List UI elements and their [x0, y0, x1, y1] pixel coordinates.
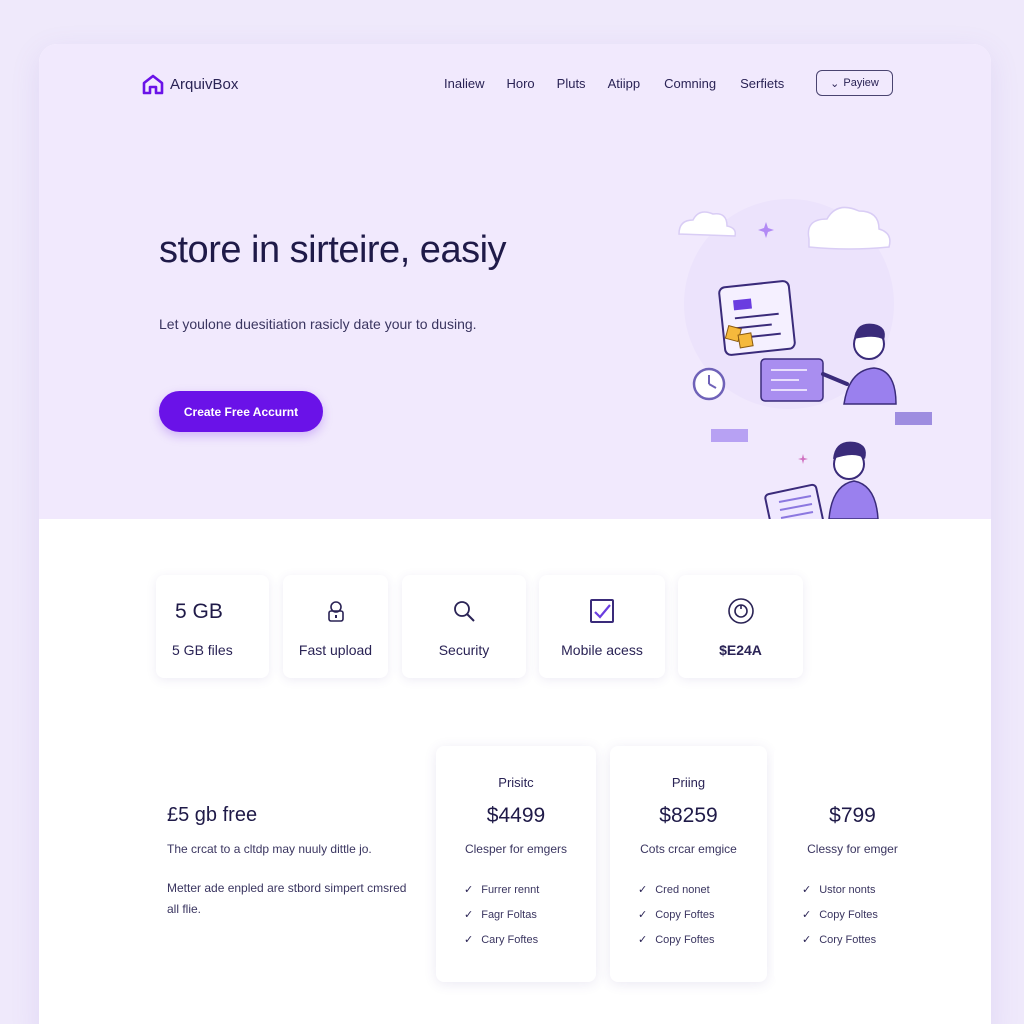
check-icon: ✓: [464, 909, 474, 921]
pricing-plan-card[interactable]: Priing $8259 Cots crcar emgice ✓ Cred non…: [610, 746, 767, 982]
house-logo-icon: [142, 74, 164, 95]
clock-icon: [727, 598, 754, 624]
feature-card-mobile: Mobile acess: [539, 575, 665, 678]
brand-logo[interactable]: ArquivBox: [142, 73, 238, 95]
plan-feature-label: Furrer rennt: [481, 883, 540, 896]
plan-price: $8259: [659, 804, 718, 827]
page-card: ArquivBox Inaliew Horo Pluts Atiipp Comn…: [39, 44, 991, 1024]
preview-button[interactable]: ⌄ Payiew: [816, 70, 893, 96]
hero-subtitle: Let youlone duesitiation rasicly date yo…: [159, 316, 477, 332]
plan-feature-label: Cred nonet: [655, 883, 710, 896]
plan-feature-list: ✓ Furrer rennt ✓ Fagr Foltas ✓ Cary Foftes: [464, 877, 539, 952]
hero-section: ArquivBox Inaliew Horo Pluts Atiipp Comn…: [39, 44, 991, 519]
nav-item-serfiets[interactable]: Serfiets: [740, 76, 784, 91]
check-icon: ✓: [464, 934, 474, 946]
plan-feature: ✓ Cred nonet: [638, 877, 715, 902]
plan-price: $799: [829, 804, 876, 827]
chevron-down-icon: ⌄: [830, 77, 840, 90]
brand-name: ArquivBox: [170, 75, 239, 93]
tablet-icon: [764, 483, 826, 519]
lock-icon: [327, 601, 344, 622]
create-account-button[interactable]: Create Free Accurnt: [159, 391, 323, 432]
preview-button-label: Payiew: [843, 77, 879, 89]
clock-icon: [692, 367, 726, 401]
document-card-icon: [718, 280, 796, 356]
search-icon: [454, 601, 475, 622]
nav-item-inaliew[interactable]: Inaliew: [444, 76, 484, 91]
feature-card-security: Security: [402, 575, 526, 678]
check-icon: ✓: [638, 884, 648, 896]
plan-feature: ✓ Fagr Foltas: [464, 902, 539, 927]
feature-label: Fast upload: [298, 642, 373, 658]
hero-title: store in sirteire, easiy: [159, 229, 507, 271]
plan-name: Prisitc: [498, 775, 534, 790]
feature-card-price: $E24A: [678, 575, 803, 678]
plan-description: Clesper for emgers: [464, 842, 568, 856]
feature-label: 5 GB files: [172, 642, 233, 658]
checkbox-icon: [590, 599, 614, 623]
top-nav: Inaliew Horo Pluts Atiipp Comning Serfie…: [444, 76, 784, 91]
plan-feature: ✓ Ustor nonts: [802, 877, 878, 902]
check-icon: ✓: [802, 934, 812, 946]
free-plan-note: Metter ade enpled are stbord simpert cms…: [167, 881, 407, 916]
check-icon: ✓: [802, 909, 812, 921]
plan-feature: ✓ Furrer rennt: [464, 877, 539, 902]
nav-item-pluts[interactable]: Pluts: [557, 76, 586, 91]
plan-feature: ✓ Cary Foftes: [464, 927, 539, 952]
feature-storage-value: 5 GB: [175, 600, 223, 623]
pricing-plan-card[interactable]: $799 Clessy for emger ✓ Ustor nonts ✓ Copy…: [774, 746, 931, 982]
plan-feature-label: Cory Fottes: [819, 933, 877, 946]
pricing-plan-card[interactable]: Prisitc $4499 Clesper for emgers ✓ Furrer…: [436, 746, 596, 982]
plan-feature: ✓ Copy Foftes: [638, 902, 715, 927]
feature-label: Security: [438, 642, 490, 658]
check-icon: ✓: [638, 909, 648, 921]
feature-label: $E24A: [719, 642, 762, 658]
check-icon: ✓: [802, 884, 812, 896]
check-icon: ✓: [464, 884, 474, 896]
free-plan-description: The crcat to a cltdp may nuuly dittle jo…: [167, 842, 372, 856]
hero-illustration: [678, 199, 932, 519]
nav-item-horo[interactable]: Horo: [506, 76, 534, 91]
plan-feature-label: Fagr Foltas: [481, 908, 537, 921]
plan-feature-list: ✓ Cred nonet ✓ Copy Foftes ✓ Copy Foftes: [638, 877, 715, 952]
nav-item-atiipp[interactable]: Atiipp: [608, 76, 641, 91]
plan-description: Cots crcar emgice: [640, 842, 737, 856]
feature-card-upload: Fast upload: [283, 575, 388, 678]
plan-feature-label: Cary Foftes: [481, 933, 539, 946]
plan-price: $4499: [486, 804, 546, 827]
feature-label: Mobile acess: [561, 642, 643, 658]
plan-feature: ✓ Copy Foltes: [802, 902, 878, 927]
plan-feature: ✓ Cory Fottes: [802, 927, 878, 952]
plan-feature: ✓ Copy Foftes: [638, 927, 715, 952]
plan-name: Priing: [671, 775, 706, 790]
nav-item-comning[interactable]: Comning: [664, 76, 716, 91]
free-plan-title: £5 gb free: [167, 804, 258, 826]
plan-feature-label: Ustor nonts: [819, 883, 876, 896]
plan-feature-label: Copy Foftes: [655, 933, 715, 946]
plan-feature-label: Copy Foftes: [655, 908, 715, 921]
check-icon: ✓: [638, 934, 648, 946]
plan-feature-list: ✓ Ustor nonts ✓ Copy Foltes ✓ Cory Fottes: [802, 877, 878, 952]
plan-description: Clessy for emger: [807, 842, 898, 856]
feature-card-storage: 5 GB 5 GB files: [156, 575, 269, 678]
plan-feature-label: Copy Foltes: [819, 908, 878, 921]
